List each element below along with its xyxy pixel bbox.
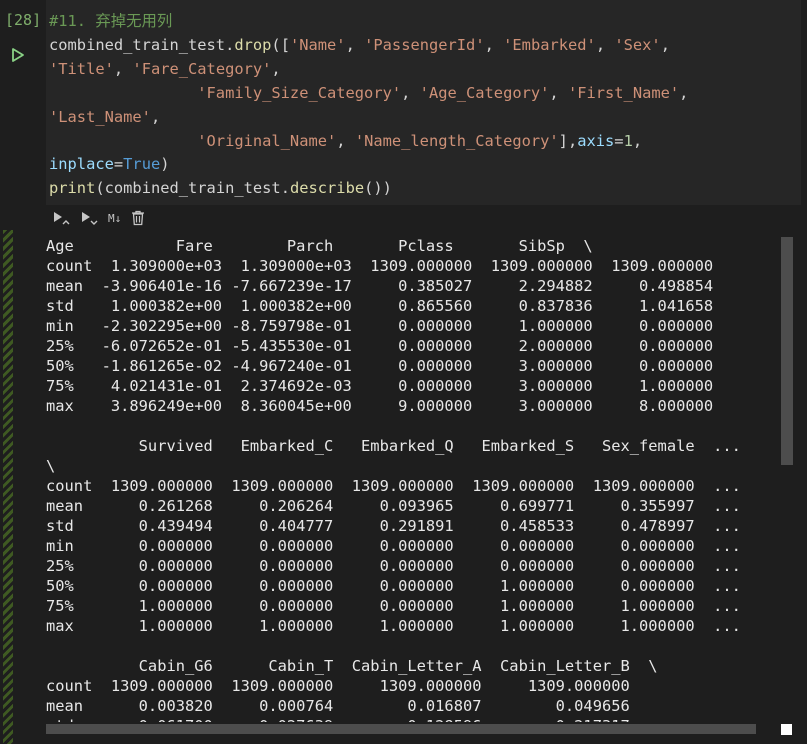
- code-method-drop: drop: [234, 35, 272, 54]
- code-string: 'Last_Name': [49, 107, 151, 126]
- code-comment: #11. 弃掉无用列: [49, 12, 173, 30]
- code-string: 'Family_Size_Category': [197, 83, 402, 102]
- code-string: 'First_Name': [567, 83, 680, 102]
- execute-below-icon: [82, 212, 98, 225]
- code-string: 'PassengerId': [364, 35, 485, 54]
- code-variable: combined_train_test: [104, 179, 281, 198]
- code-string: 'Original_Name': [197, 131, 337, 150]
- vertical-scrollbar[interactable]: [781, 237, 793, 465]
- code-param: inplace: [49, 155, 114, 174]
- change-to-markdown-button[interactable]: M↓: [108, 209, 121, 227]
- code-text: #11. 弃掉无用列 combined_train_test.drop(['Na…: [49, 12, 689, 198]
- code-string: 'Sex': [614, 35, 661, 54]
- execute-above-button[interactable]: [52, 209, 70, 227]
- code-editor[interactable]: #11. 弃掉无用列 combined_train_test.drop(['Na…: [46, 0, 801, 205]
- run-cell-icon[interactable]: [11, 47, 25, 63]
- code-method-describe: describe: [289, 179, 365, 198]
- horizontal-scrollbar[interactable]: [46, 724, 756, 734]
- code-string: 'Title': [49, 59, 114, 78]
- code-variable: combined_train_test: [49, 35, 226, 54]
- execute-above-icon: [54, 212, 70, 225]
- code-string: 'Name': [289, 35, 346, 54]
- code-string: 'Name_length_Category': [354, 131, 559, 150]
- execution-count: [28]: [5, 11, 42, 29]
- output-gutter-indicator: [3, 230, 13, 744]
- execute-below-button[interactable]: [80, 209, 98, 227]
- cell-gutter: [28]: [0, 0, 46, 208]
- code-string: 'Fare_Category': [132, 59, 272, 78]
- cell-output: Age Fare Parch Pclass SibSp \ count 1.30…: [46, 232, 780, 722]
- code-string: 'Embarked': [503, 35, 596, 54]
- output-toolbar: M↓: [52, 208, 145, 228]
- describe-output-text: Age Fare Parch Pclass SibSp \ count 1.30…: [46, 237, 741, 722]
- code-function-print: print: [49, 179, 96, 198]
- code-number: 1: [623, 131, 633, 150]
- code-param: axis: [577, 131, 615, 150]
- delete-cell-button[interactable]: [131, 209, 145, 227]
- code-keyword: True: [123, 155, 161, 174]
- trash-icon: [132, 210, 145, 226]
- code-string: 'Age_Category': [419, 83, 550, 102]
- scrollbar-corner: [781, 724, 792, 735]
